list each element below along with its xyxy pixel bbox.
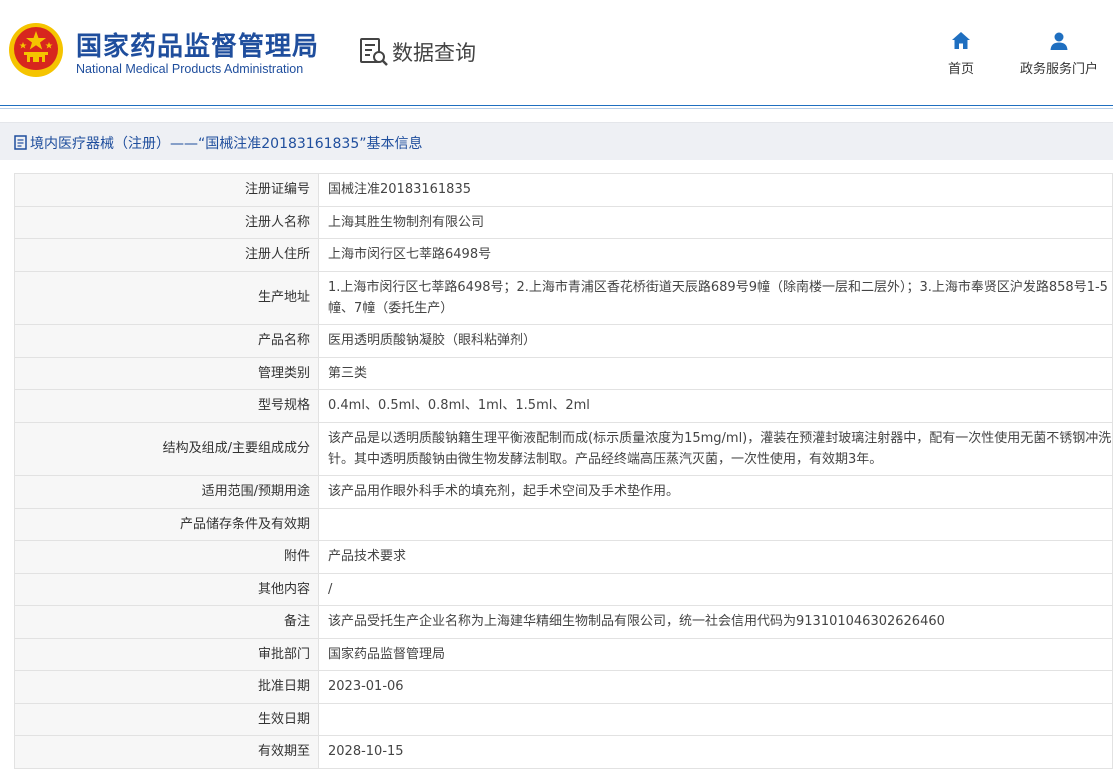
field-value — [318, 702, 1113, 736]
nav-service-portal-label: 政务服务门户 — [1020, 62, 1099, 77]
nav-home-label: 首页 — [948, 62, 975, 77]
site-header: 国家药品监督管理局 National Medical Products Admi… — [0, 0, 1113, 105]
field-value: / — [318, 572, 1113, 606]
site-title-english: National Medical Products Administration — [76, 62, 304, 76]
field-label: 批准日期 — [14, 670, 319, 704]
nav-home[interactable]: 首页 — [948, 30, 974, 77]
field-value: 上海其胜生物制剂有限公司 — [318, 205, 1113, 239]
data-query-label: 数据查询 — [392, 41, 476, 65]
site-title: 国家药品监督管理局 — [76, 32, 320, 62]
table-row: 其他内容 / — [14, 572, 1113, 606]
document-icon — [14, 135, 27, 150]
table-row: 有效期至 2028-10-15 — [14, 735, 1113, 769]
field-label: 型号规格 — [14, 389, 319, 423]
national-emblem-icon — [9, 23, 63, 77]
table-row: 审批部门 国家药品监督管理局 — [14, 637, 1113, 671]
field-value: 该产品受托生产企业名称为上海建华精细生物制品有限公司，统一社会信用代码为9131… — [318, 605, 1113, 639]
field-value: 2023-01-06 — [318, 670, 1113, 704]
table-row: 适用范围/预期用途 该产品用作眼外科手术的填充剂，起手术空间及手术垫作用。 — [14, 475, 1113, 509]
home-icon — [952, 32, 970, 49]
field-value: 第三类 — [318, 356, 1113, 390]
table-row: 注册人住所 上海市闵行区七莘路6498号 — [14, 238, 1113, 272]
field-value: 1.上海市闵行区七莘路6498号；2.上海市青浦区香花桥街道天辰路689号9幢（… — [318, 270, 1113, 325]
breadcrumb: 境内医疗器械（注册）——“国械注准20183161835”基本信息 — [0, 122, 1113, 160]
table-row: 生效日期 — [14, 702, 1113, 736]
field-label: 备注 — [14, 605, 319, 639]
field-value — [318, 507, 1113, 541]
field-value: 国家药品监督管理局 — [318, 637, 1113, 671]
detail-table: 注册证编号 国械注准20183161835 注册人名称 上海其胜生物制剂有限公司… — [14, 173, 1113, 769]
user-icon — [1050, 32, 1068, 50]
field-value: 该产品用作眼外科手术的填充剂，起手术空间及手术垫作用。 — [318, 475, 1113, 509]
data-query-link[interactable]: 数据查询 — [358, 36, 476, 68]
field-value: 上海市闵行区七莘路6498号 — [318, 238, 1113, 272]
field-label: 审批部门 — [14, 637, 319, 671]
field-value: 医用透明质酸钠凝胶（眼科粘弹剂） — [318, 324, 1113, 358]
field-value: 0.4ml、0.5ml、0.8ml、1ml、1.5ml、2ml — [318, 389, 1113, 423]
table-row: 产品名称 医用透明质酸钠凝胶（眼科粘弹剂） — [14, 324, 1113, 358]
field-label: 有效期至 — [14, 735, 319, 769]
table-row: 产品储存条件及有效期 — [14, 507, 1113, 541]
field-label: 附件 — [14, 540, 319, 574]
table-row: 结构及组成/主要组成成分 该产品是以透明质酸钠籍生理平衡液配制而成(标示质量浓度… — [14, 421, 1113, 476]
field-label: 生效日期 — [14, 702, 319, 736]
table-row: 注册证编号 国械注准20183161835 — [14, 173, 1113, 207]
header-divider — [0, 105, 1113, 106]
page-title: 境内医疗器械（注册）——“国械注准20183161835”基本信息 — [30, 136, 423, 152]
field-label: 产品名称 — [14, 324, 319, 358]
field-label: 生产地址 — [14, 270, 319, 325]
table-row: 注册人名称 上海其胜生物制剂有限公司 — [14, 205, 1113, 239]
table-row: 管理类别 第三类 — [14, 356, 1113, 390]
nav-service-portal[interactable]: 政务服务门户 — [1020, 30, 1098, 77]
field-value: 该产品是以透明质酸钠籍生理平衡液配制而成(标示质量浓度为15mg/ml)，灌装在… — [318, 421, 1113, 476]
table-row: 批准日期 2023-01-06 — [14, 670, 1113, 704]
field-label: 产品储存条件及有效期 — [14, 507, 319, 541]
field-value: 产品技术要求 — [318, 540, 1113, 574]
field-label: 注册人名称 — [14, 205, 319, 239]
table-row: 附件 产品技术要求 — [14, 540, 1113, 574]
field-value: 国械注准20183161835 — [318, 173, 1113, 207]
field-label: 管理类别 — [14, 356, 319, 390]
document-search-icon — [360, 38, 388, 66]
field-label: 其他内容 — [14, 572, 319, 606]
field-value: 2028-10-15 — [318, 735, 1113, 769]
table-row: 型号规格 0.4ml、0.5ml、0.8ml、1ml、1.5ml、2ml — [14, 389, 1113, 423]
field-label: 适用范围/预期用途 — [14, 475, 319, 509]
table-row: 备注 该产品受托生产企业名称为上海建华精细生物制品有限公司，统一社会信用代码为9… — [14, 605, 1113, 639]
header-divider-secondary — [0, 108, 1113, 109]
field-label: 注册证编号 — [14, 173, 319, 207]
field-label: 结构及组成/主要组成成分 — [14, 421, 319, 476]
table-row: 生产地址 1.上海市闵行区七莘路6498号；2.上海市青浦区香花桥街道天辰路68… — [14, 270, 1113, 325]
field-label: 注册人住所 — [14, 238, 319, 272]
